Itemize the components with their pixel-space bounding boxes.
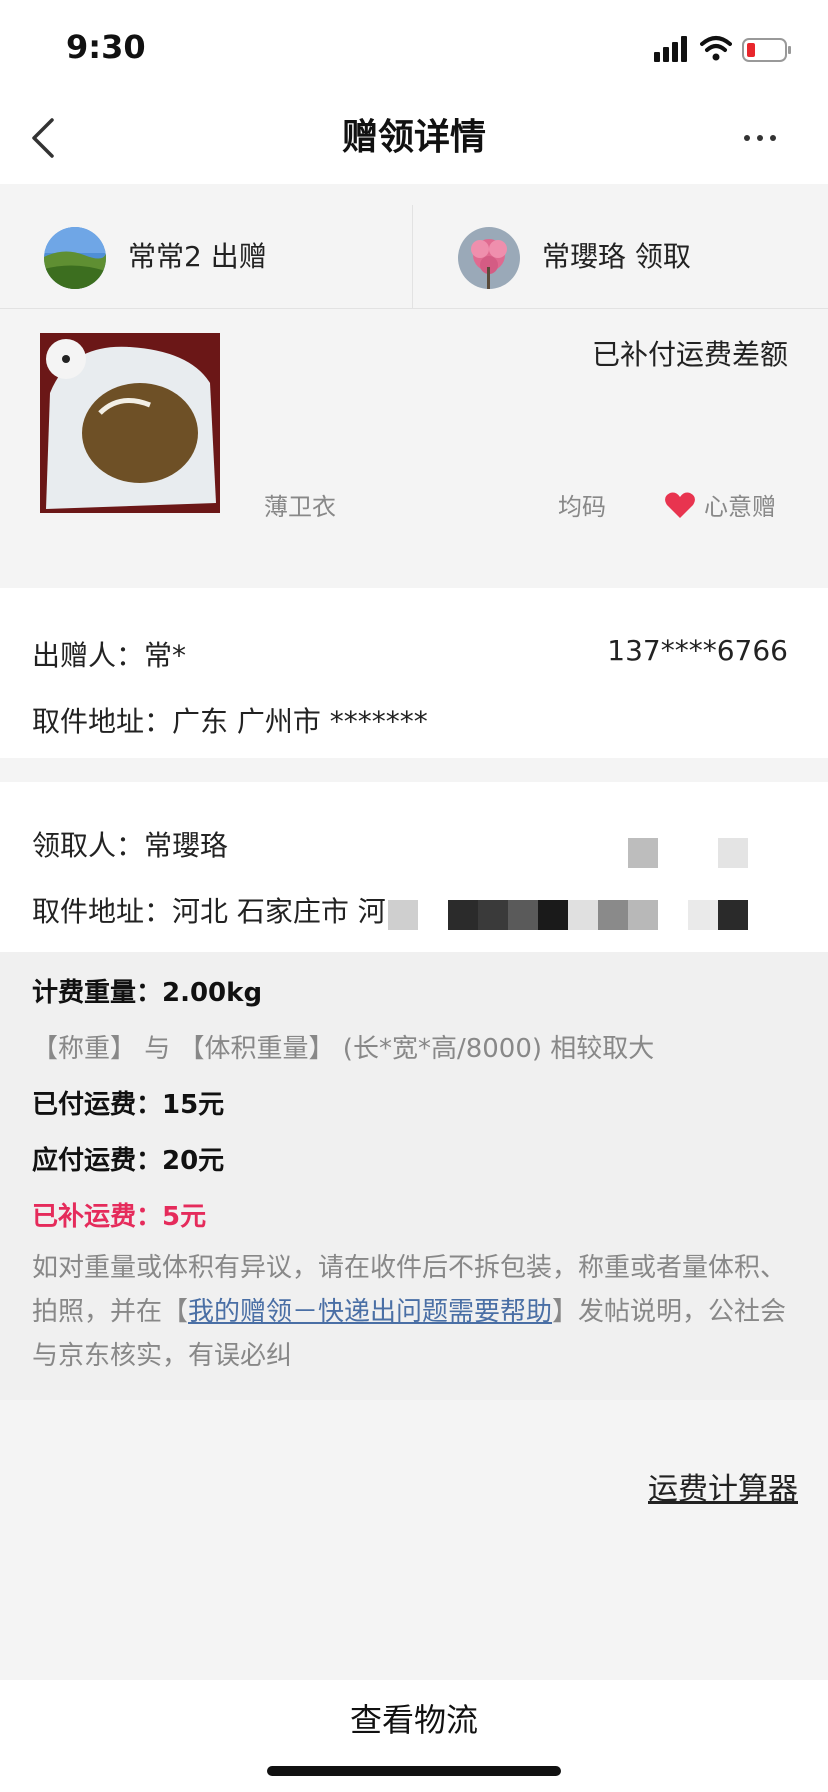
receiver-avatar[interactable] [458,227,520,289]
giver-label: 常常2 出赠 [128,240,267,273]
receiver-label: 常瓔珞 领取 [542,240,691,273]
payable-fee: 应付运费：20元 [32,1146,225,1176]
redaction-mosaic [568,930,658,946]
item-size: 均码 [558,493,606,521]
item-name: 薄卫衣 [264,493,336,521]
giver-name: 出赠人：常* [32,639,187,672]
supplement-status: 已补付运费差额 [591,338,788,371]
battery-icon [742,38,791,62]
nav-bar: 赠领详情 [0,92,828,184]
paid-fee: 已付运费：15元 [32,1090,225,1120]
giver-address: 取件地址：广东 广州市 ******* [32,705,428,738]
more-options-icon[interactable] [742,128,778,148]
receiver-name: 领取人：常瓔珞 [32,829,229,862]
status-bar: 9:30 [0,0,828,92]
item-photo[interactable] [40,333,220,513]
view-logistics-button[interactable]: 查看物流 [0,1680,828,1760]
redaction-mosaic [688,900,718,930]
redaction-mosaic [598,900,628,930]
redaction-mosaic [448,900,478,930]
flower-avatar-image [458,227,520,289]
fee-section: 计费重量：2.00kg 【称重】 与 【体积重量】 (长*宽*高/8000) 相… [0,952,828,1400]
redaction-mosaic [388,900,418,930]
redaction-mosaic [628,838,658,868]
bottom-bar: 查看物流 [0,1680,828,1792]
redaction-mosaic [628,900,658,930]
calculator-section: 运费计算器 [0,1400,828,1624]
redaction-mosaic [538,900,568,930]
redaction-mosaic [478,900,508,930]
giver-section: 出赠人：常* 137****6766 取件地址：广东 广州市 ******* [0,588,828,758]
weight-rule: 【称重】 与 【体积重量】 (长*宽*高/8000) 相较取大 [32,1034,655,1064]
cellular-signal-icon [654,36,687,62]
receiver-section: 领取人：常瓔珞 取件地址：河北 石家庄市 河 [0,782,828,952]
fee-calculator-link[interactable]: 运费计算器 [648,1464,798,1508]
heart-icon [665,492,695,518]
item-photo-image [40,333,220,513]
redaction-mosaic [718,900,748,930]
party-row: 常常2 出赠 常瓔珞 领取 [0,205,828,309]
gift-type: 心意赠 [704,493,776,521]
help-link[interactable]: 我的赠领－快递出问题需要帮助 [188,1297,552,1327]
redaction-mosaic [508,900,538,930]
wifi-icon [700,36,732,61]
gift-card: 常常2 出赠 常瓔珞 领取 已补付运费差额 薄卫衣 均码 心意赠 [0,205,828,565]
page-title: 赠领详情 [341,117,486,158]
receiver-party[interactable]: 常瓔珞 领取 [414,205,827,309]
redaction-mosaic [568,900,598,930]
redaction-mosaic [688,930,778,946]
dispute-note: 如对重量或体积有异议，请在收件后不拆包装，称重或者量体积、拍照，并在【我的赠领－… [32,1246,802,1378]
giver-phone: 137****6766 [607,634,788,667]
giver-party[interactable]: 常常2 出赠 [0,205,413,309]
supplemented-fee: 已补运费：5元 [32,1202,207,1232]
giver-avatar[interactable] [44,227,106,289]
home-indicator[interactable] [267,1766,561,1776]
landscape-avatar-image [44,227,106,289]
billing-weight: 计费重量：2.00kg [32,978,263,1008]
receiver-address: 取件地址：河北 石家庄市 河 [32,895,386,928]
status-time: 9:30 [66,28,146,66]
redaction-mosaic [718,838,748,868]
